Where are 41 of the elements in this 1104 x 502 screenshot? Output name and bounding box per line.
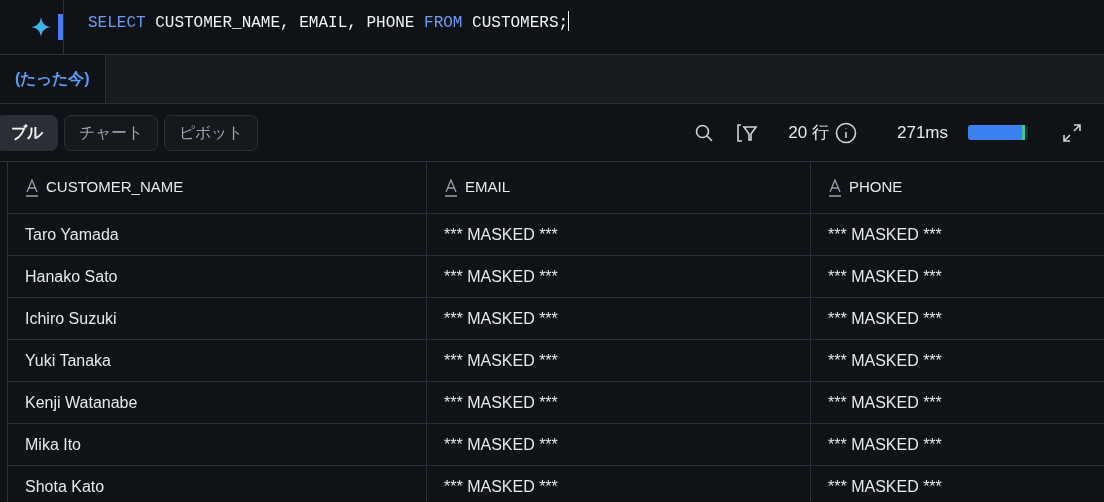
table-cell-text: *** MASKED ***	[828, 392, 942, 413]
table-cell-text: Ichiro Suzuki	[25, 308, 117, 329]
view-tab[interactable]: チャート	[64, 114, 158, 151]
column-header[interactable]: PHONE	[849, 176, 903, 199]
table-cell-text: Kenji Watanabe	[25, 392, 138, 413]
table-cell-text: *** MASKED ***	[444, 308, 558, 329]
row-count: 20 行	[788, 121, 829, 144]
text-type-icon	[444, 178, 458, 197]
table-cell-text: *** MASKED ***	[444, 224, 558, 245]
view-tab[interactable]: ピボット	[164, 114, 258, 151]
table-cell-text: Mika Ito	[25, 434, 81, 455]
filter-icon[interactable]	[736, 122, 759, 143]
table-cell-text: *** MASKED ***	[828, 350, 942, 371]
table-cell-text: *** MASKED ***	[828, 266, 942, 287]
view-tab[interactable]: ブル	[0, 114, 58, 151]
table-cell-text: Yuki Tanaka	[25, 350, 111, 371]
table-cell-text: *** MASKED ***	[828, 434, 942, 455]
table-cell-text: *** MASKED ***	[444, 266, 558, 287]
result-tab[interactable]: (たった今)	[0, 55, 106, 103]
table-cell-text: Shota Kato	[25, 476, 105, 497]
table-cell-text: *** MASKED ***	[444, 392, 558, 413]
text-type-icon	[828, 178, 842, 197]
text-type-icon	[25, 178, 39, 197]
progress-bar	[968, 125, 1028, 140]
table-cell-text: *** MASKED ***	[444, 434, 558, 455]
column-header[interactable]: EMAIL	[465, 176, 510, 199]
query-duration: 271ms	[896, 121, 948, 144]
table-cell-text: *** MASKED ***	[444, 350, 558, 371]
search-icon[interactable]	[694, 122, 715, 143]
expand-icon[interactable]	[1062, 122, 1082, 143]
column-header[interactable]: CUSTOMER_NAME	[46, 176, 184, 199]
table-cell-text: *** MASKED ***	[828, 476, 942, 497]
table-cell-text: *** MASKED ***	[828, 224, 942, 245]
table-cell-text: *** MASKED ***	[444, 476, 558, 497]
sql-query[interactable]: SELECT CUSTOMER_NAME, EMAIL, PHONE FROM CUSTOMERS;	[64, 0, 570, 54]
gutter-marker	[58, 14, 63, 40]
table-cell-text: Hanako Sato	[25, 266, 118, 287]
info-icon[interactable]	[834, 121, 857, 144]
sparkle-icon	[30, 16, 52, 38]
table-cell-text: Taro Yamada	[25, 224, 119, 245]
table-cell-text: *** MASKED ***	[828, 308, 942, 329]
